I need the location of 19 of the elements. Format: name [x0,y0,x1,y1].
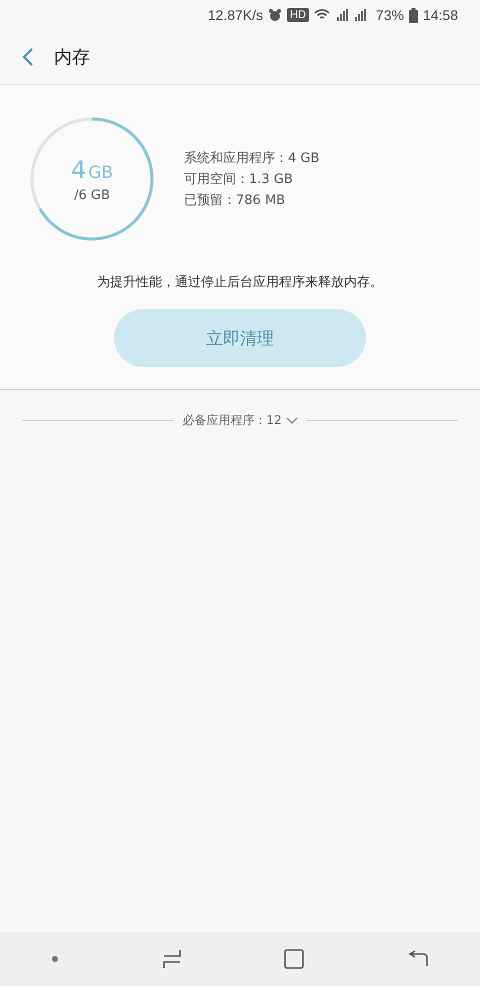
dot-icon [51,955,60,963]
recents-icon [162,949,182,969]
back-arrow-icon [406,950,429,968]
apps-section-toggle[interactable]: 必备应用程序：12 [182,412,298,429]
page-title: 内存 [54,46,90,69]
hint-text: 为提升性能，通过停止后台应用程序来释放内存。 [97,274,383,291]
memory-stat: 系统和应用程序：4 GB [184,150,320,167]
home-icon [284,949,304,969]
network-speed: 12.87K/s [208,7,264,23]
clock: 14:58 [422,7,458,23]
memory-stat: 可用空间：1.3 GB [184,171,294,188]
battery-icon [408,8,418,22]
used-memory: 4 GB [70,156,114,184]
total-memory: /6 GB [74,188,110,202]
battery-percent: 73% [376,7,404,23]
memory-stat: 已预留：786 MB [184,192,286,209]
wifi-icon [314,9,330,21]
back-icon[interactable] [22,47,34,67]
hd-badge: HD [287,8,309,22]
